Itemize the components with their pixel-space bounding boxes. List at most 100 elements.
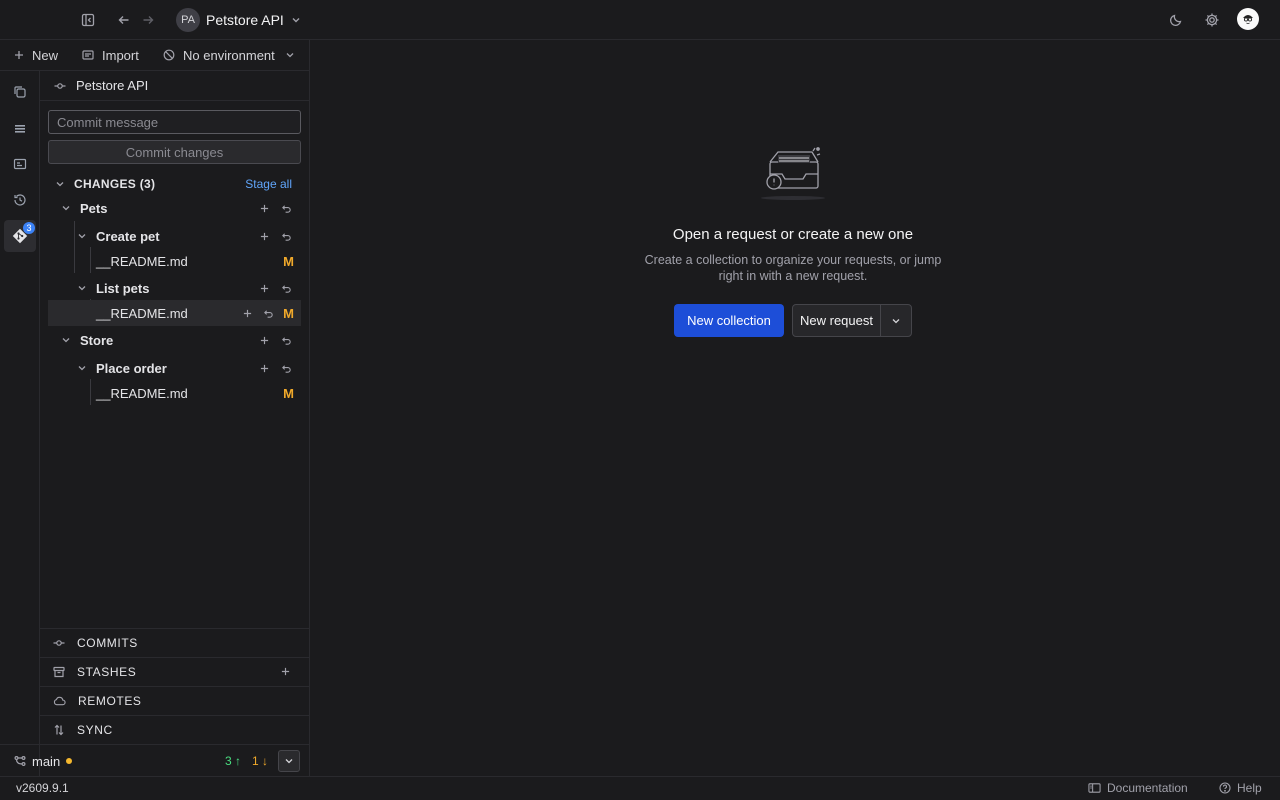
no-environment-icon (163, 49, 175, 61)
tree-file-readme[interactable]: __README.md M (48, 248, 301, 274)
forward-arrow-icon[interactable] (136, 8, 160, 32)
discard-undo-icon[interactable] (279, 201, 293, 215)
tree-file-readme[interactable]: __README.md M (48, 300, 301, 326)
chevron-down-icon (60, 203, 72, 213)
documentation-label: Documentation (1107, 781, 1188, 795)
branch-selector[interactable]: main (14, 745, 73, 777)
status-bar: v2609.9.1 Documentation Help (0, 776, 1280, 800)
section-commits[interactable]: COMMITS (40, 628, 310, 657)
chevron-down-icon (891, 316, 901, 326)
section-sync[interactable]: SYNC (40, 715, 310, 744)
discard-undo-icon[interactable] (279, 229, 293, 243)
app-version: v2609.9.1 (16, 781, 69, 795)
chevron-down-icon (76, 231, 88, 241)
section-stashes[interactable]: STASHES (40, 657, 310, 686)
activity-bar: 3 (0, 70, 40, 776)
new-request-dropdown[interactable] (881, 305, 911, 336)
tree-label: Pets (80, 200, 108, 216)
tree-file-readme[interactable]: __README.md M (48, 380, 301, 406)
new-label: New (32, 47, 59, 63)
chevron-down-icon (285, 50, 295, 60)
book-icon (1088, 782, 1101, 794)
branch-bar: main 3 ↑ 1 ↓ (0, 744, 310, 776)
chevron-down-icon (60, 335, 72, 345)
section-label: SYNC (77, 723, 113, 737)
discard-undo-icon[interactable] (279, 281, 293, 295)
branch-menu-button[interactable] (278, 750, 300, 772)
activity-git[interactable]: 3 (4, 220, 36, 252)
stage-all-link[interactable]: Stage all (245, 177, 292, 191)
commits-behind[interactable]: 1 ↓ (252, 754, 268, 768)
stage-plus-icon[interactable] (257, 281, 271, 295)
user-avatar[interactable] (1237, 8, 1259, 30)
tree-label: Place order (96, 360, 167, 376)
git-panel-title: Petstore API (76, 78, 149, 93)
modified-badge: M (283, 305, 294, 321)
git-panel: Petstore API Commit changes CHANGES (3) … (40, 70, 310, 776)
sidebar-toolbar: New Import No environment (0, 40, 310, 70)
tree-request-place-order[interactable]: Place order (48, 355, 301, 381)
activity-history[interactable] (4, 184, 36, 216)
chevron-down-icon (290, 14, 302, 26)
stage-plus-icon[interactable] (257, 201, 271, 215)
dark-mode-moon-icon[interactable] (1164, 8, 1188, 32)
activity-collections[interactable] (4, 76, 36, 108)
project-avatar: PA (176, 8, 200, 32)
import-button[interactable]: Import (82, 40, 139, 70)
git-panel-header: Petstore API (40, 71, 310, 101)
tree-folder-store[interactable]: Store (48, 327, 301, 353)
documentation-link[interactable]: Documentation (1088, 781, 1188, 795)
modified-badge: M (283, 385, 294, 401)
branch-name: main (32, 753, 61, 769)
add-stash-plus-icon[interactable] (281, 667, 290, 676)
tree-request-create-pet[interactable]: Create pet (48, 223, 301, 249)
section-remotes[interactable]: REMOTES (40, 686, 310, 715)
section-label: STASHES (77, 665, 137, 679)
help-label: Help (1237, 781, 1262, 795)
plus-icon (14, 50, 24, 60)
tree-label: Create pet (96, 228, 160, 244)
top-bar: PA Petstore API (0, 0, 1280, 40)
sync-arrows-icon (53, 724, 65, 736)
commit-message-input[interactable] (48, 110, 301, 134)
branch-icon (14, 755, 26, 767)
activity-environments[interactable] (4, 148, 36, 180)
stack-icon (13, 121, 27, 135)
stage-plus-icon[interactable] (257, 229, 271, 243)
environment-select[interactable]: No environment (163, 40, 295, 70)
activity-history-list[interactable] (4, 112, 36, 144)
commit-icon (53, 637, 65, 649)
chevron-down-icon (284, 756, 294, 766)
project-switcher[interactable]: PA Petstore API (176, 8, 302, 32)
tree-label: Store (80, 332, 114, 348)
empty-state-description: Create a collection to organize your req… (644, 253, 942, 283)
stage-plus-icon[interactable] (257, 361, 271, 375)
discard-undo-icon[interactable] (261, 306, 275, 320)
stage-plus-icon[interactable] (257, 333, 271, 347)
back-arrow-icon[interactable] (112, 8, 136, 32)
tree-request-list-pets[interactable]: List pets (48, 275, 301, 301)
tree-folder-pets[interactable]: Pets (48, 195, 301, 221)
changes-header[interactable]: CHANGES (3) Stage all (48, 171, 301, 197)
discard-undo-icon[interactable] (279, 361, 293, 375)
section-label: COMMITS (77, 636, 138, 650)
environment-label: No environment (183, 47, 275, 63)
uncommitted-dot (66, 758, 73, 764)
new-collection-button[interactable]: New collection (674, 304, 784, 337)
tree-label: List pets (96, 280, 150, 296)
tree-label: __README.md (96, 385, 188, 401)
help-link[interactable]: Help (1219, 781, 1262, 795)
cloud-icon (53, 695, 66, 707)
commit-icon (54, 80, 66, 92)
toggle-sidebar-icon[interactable] (76, 8, 100, 32)
new-request-button[interactable]: New request (793, 305, 881, 336)
copy-icon (13, 85, 27, 99)
new-button[interactable]: New (14, 40, 58, 70)
commits-ahead[interactable]: 3 ↑ (225, 754, 241, 768)
tree-label: __README.md (96, 253, 188, 269)
commit-changes-button[interactable]: Commit changes (48, 140, 301, 164)
stage-plus-icon[interactable] (240, 306, 254, 320)
settings-gear-icon[interactable] (1200, 8, 1224, 32)
empty-state-title: Open a request or create a new one (672, 226, 914, 243)
discard-undo-icon[interactable] (279, 333, 293, 347)
